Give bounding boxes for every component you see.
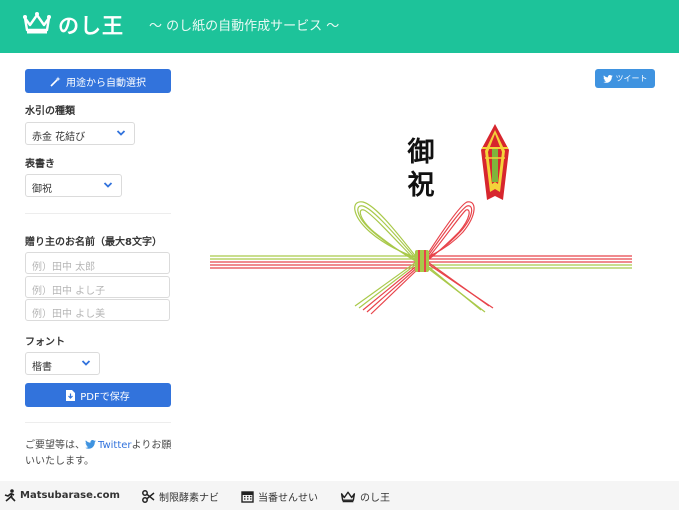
magic-wand-icon: [50, 76, 61, 87]
mizuhiki-select[interactable]: 赤金 花結び: [25, 122, 135, 145]
twitter-link[interactable]: Twitter: [98, 440, 132, 451]
footer-link-touban[interactable]: 当番せんせい: [241, 489, 318, 504]
divider: [25, 213, 171, 214]
font-label: フォント: [25, 337, 65, 348]
mizuhiki-label: 水引の種類: [25, 106, 75, 117]
mizuhiki-left-tail: [362, 263, 420, 315]
chevron-down-icon: [116, 129, 126, 140]
footer-link-enzyme[interactable]: 制限酵素ナビ: [142, 489, 219, 504]
omotegaki-value: 御祝: [32, 184, 52, 195]
tweet-label: ツイート: [615, 74, 648, 83]
omotegaki-char-1: 御: [407, 137, 435, 168]
divider: [25, 422, 171, 423]
name-field-1[interactable]: 例）田中 太郎: [25, 252, 170, 274]
header: のし王 〜 のし紙の自動作成サービス 〜: [0, 0, 679, 53]
chevron-down-icon: [81, 359, 91, 370]
name-field-2[interactable]: 例）田中 よし子: [25, 276, 170, 298]
file-download-icon: [66, 389, 76, 401]
footer-label: のし王: [360, 493, 390, 504]
mizuhiki-right-tail: [424, 263, 486, 313]
twitter-icon: [85, 439, 96, 454]
omotegaki-label: 表書き: [25, 159, 55, 170]
twitter-bird-icon: [602, 74, 613, 83]
name-field-3[interactable]: 例）田中 よし美: [25, 299, 170, 321]
mizuhiki-left-loop: [354, 201, 418, 263]
logo-text: のし王: [58, 14, 124, 38]
footer-link-noshiou[interactable]: のし王: [340, 489, 390, 504]
tagline: 〜 のし紙の自動作成サービス 〜: [149, 19, 340, 34]
chevron-down-icon: [103, 181, 113, 192]
crown-icon: [22, 11, 52, 39]
calendar-icon: [241, 490, 254, 503]
mizuhiki-right-tail-red: [424, 259, 494, 309]
mizuhiki-right-band: [427, 255, 632, 269]
footer-link-matsubarase[interactable]: Matsubarase.com: [4, 489, 120, 502]
footer-label: 当番せんせい: [258, 493, 318, 504]
mizuhiki-right-loop: [424, 201, 475, 263]
noshi-preview: 御 祝: [205, 120, 640, 320]
footer: Matsubarase.com 制限酵素ナビ 当番せんせい のし王: [0, 481, 679, 510]
mizuhiki-left-band: [210, 255, 420, 269]
omotegaki-select[interactable]: 御祝: [25, 174, 122, 197]
noshi-ornament: [481, 124, 509, 200]
font-select[interactable]: 楷書: [25, 352, 100, 375]
footer-label: Matsubarase.com: [20, 490, 120, 501]
note-prefix: ご要望等は、: [25, 440, 85, 451]
runner-icon: [4, 489, 16, 502]
omotegaki-text: 御 祝: [401, 136, 441, 202]
mizuhiki-value: 赤金 花結び: [32, 132, 86, 143]
omotegaki-char-2: 祝: [407, 170, 435, 201]
tweet-button[interactable]: ツイート: [595, 69, 655, 88]
mizuhiki-knot: [415, 250, 429, 272]
scissors-icon: [142, 490, 155, 503]
footer-label: 制限酵素ナビ: [159, 493, 219, 504]
font-value: 楷書: [32, 362, 52, 373]
feedback-note: ご要望等は、 Twitterよりお願いいたします。: [25, 438, 175, 469]
sidebar: 用途から自動選択: [25, 69, 171, 93]
logo[interactable]: のし王: [22, 10, 124, 40]
save-pdf-label: PDFで保存: [80, 391, 130, 403]
names-label: 贈り主のお名前（最大8文字）: [25, 237, 162, 248]
auto-select-button[interactable]: 用途から自動選択: [25, 69, 171, 93]
mizuhiki-left-tail-green: [354, 259, 420, 309]
crown-icon: [340, 490, 356, 503]
save-pdf-button[interactable]: PDFで保存: [25, 383, 171, 407]
auto-select-label: 用途から自動選択: [66, 77, 146, 89]
